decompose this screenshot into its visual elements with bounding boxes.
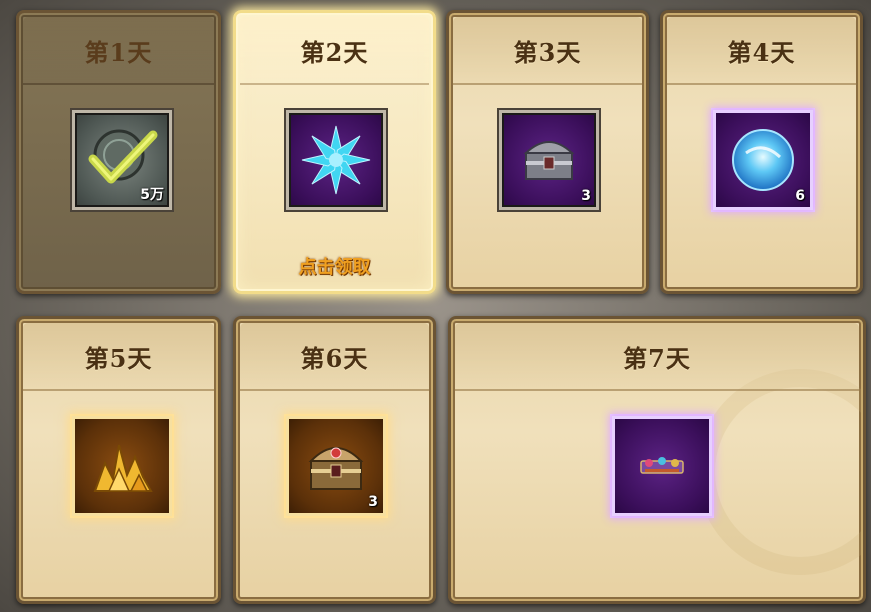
reward-quantity: 5万 — [140, 187, 164, 203]
reward-slot[interactable]: 3 — [499, 110, 599, 210]
costume-bundle-icon — [640, 457, 684, 474]
reward-slot[interactable] — [286, 110, 386, 210]
reward-quantity: 6 — [795, 188, 805, 204]
reward-slot[interactable]: 3 — [286, 416, 386, 516]
day-label: 第6天 — [300, 344, 369, 373]
gold-ore-icon — [93, 444, 153, 492]
day-card-7: 第7天 — [448, 316, 866, 604]
day-label: 第4天 — [727, 38, 796, 67]
reward-quantity: 3 — [368, 494, 378, 510]
day-label: 第1天 — [84, 38, 153, 67]
blue-crystal-flower-icon — [301, 125, 371, 195]
reward-slot[interactable] — [72, 416, 172, 516]
claim-button[interactable]: 点击领取 — [236, 253, 433, 279]
day-label: 第5天 — [84, 344, 153, 373]
day-label: 第2天 — [300, 38, 369, 67]
day-card-6: 第6天 3 — [233, 316, 436, 604]
day-card-5: 第5天 — [16, 316, 221, 604]
day-card-2[interactable]: 第2天 点击领取 — [233, 10, 436, 294]
day-card-4: 第4天 6 — [660, 10, 863, 294]
day-label: 第3天 — [513, 38, 582, 67]
day-card-1: 第1天 5万 — [16, 10, 221, 294]
reward-slot[interactable]: 6 — [713, 110, 813, 210]
reward-slot[interactable]: 5万 — [72, 110, 172, 210]
day-card-3: 第3天 3 — [446, 10, 649, 294]
reward-quantity: 3 — [581, 188, 591, 204]
reward-slot[interactable] — [612, 416, 712, 516]
day-label: 第7天 — [623, 344, 691, 373]
background-swirl — [697, 369, 863, 575]
